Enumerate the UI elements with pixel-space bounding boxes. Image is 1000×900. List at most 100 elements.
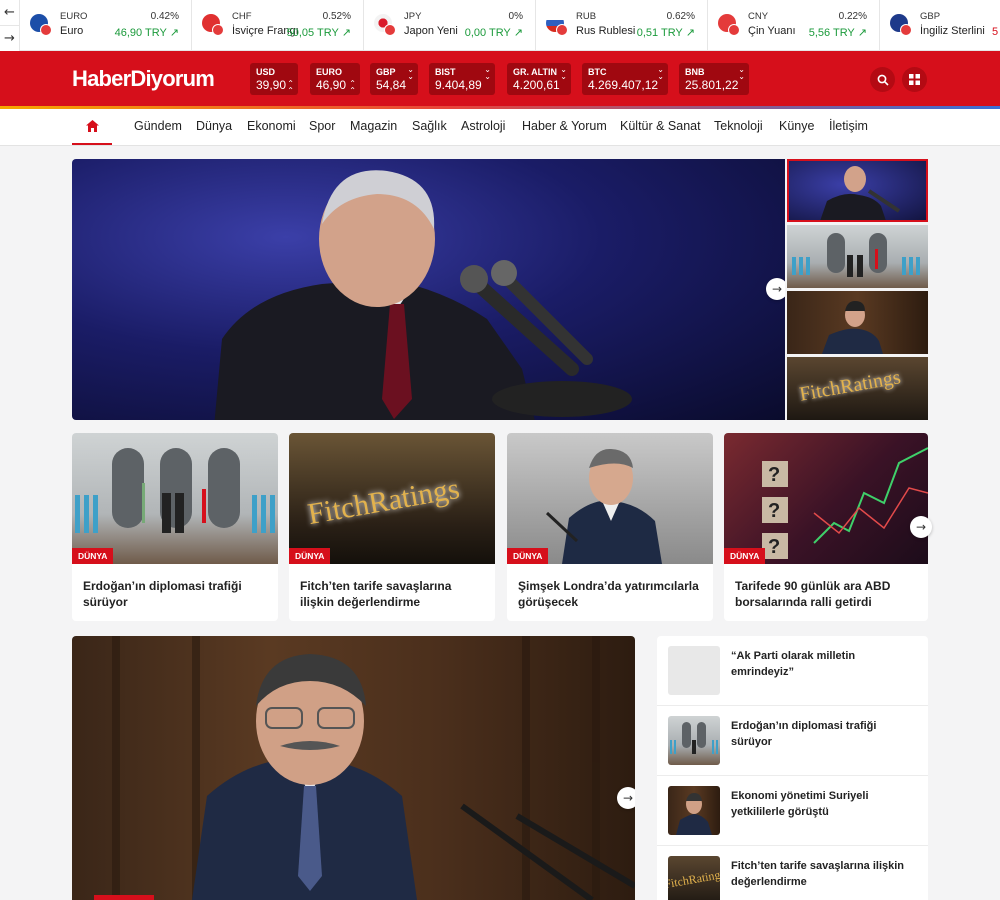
market-euro[interactable]: EURO 46,90 ⌃ ⌃ [310,63,360,95]
card-photo [545,448,662,564]
nav-item-dunya[interactable]: Dünya [196,119,232,133]
card-image: ??? DÜNYA [724,433,928,564]
ticker-next-button[interactable]: → [0,26,19,51]
market-gbp[interactable]: GBP 54,84 ⌄ ⌄ [370,63,418,95]
market-code: BTC [588,67,607,77]
market-gold[interactable]: GR. ALTIN 4.200,61 ⌄ ⌄ [507,63,571,95]
market-bnb[interactable]: BNB 25.801,22 ⌄ ⌄ [679,63,749,95]
category-badge[interactable]: DÜNYA [507,548,549,564]
nav-item-haber-yorum[interactable]: Haber & Yorum [522,119,607,133]
hero-thumbnails: FitchRatings [787,159,928,420]
hero-next-button[interactable]: → [766,278,785,300]
search-icon [877,74,889,86]
nav-item-gundem[interactable]: Gündem [134,119,182,133]
news-card-3[interactable]: DÜNYA Şimşek Londra’da yatırımcılarla gö… [507,433,713,621]
thumb-photo [792,233,920,277]
market-usd[interactable]: USD 39,90 ⌃ ⌃ [250,63,298,95]
hero-thumb-4[interactable]: FitchRatings [787,357,928,420]
nav-item-astroloji[interactable]: Astroloji [461,119,505,133]
ticker-value: 46,90 TRY ↗ [115,26,179,39]
hero-thumb-3[interactable] [787,291,928,354]
ticker-item-cny[interactable]: CNY 0.22% Çin Yuanı 5,56 TRY ↗ [708,0,880,51]
card-title[interactable]: Şimşek Londra’da yatırımcılarla görüşece… [518,578,703,610]
hero-slide[interactable]: → [72,159,785,420]
list-item[interactable]: FitchRatings Fitch’ten tarife savaşların… [657,846,928,900]
list-item[interactable]: Ekonomi yönetimi Suriyeli yetkililerle g… [657,776,928,846]
hero-thumb-1[interactable] [787,159,928,222]
list-item[interactable]: “Ak Parti olarak milletin emrindeyiz” [657,636,928,706]
market-code: GR. ALTIN [513,67,557,77]
news-card-1[interactable]: DÜNYA Erdoğan’ın diplomasi trafiği sürüy… [72,433,278,621]
nav-item-magazin[interactable]: Magazin [350,119,397,133]
market-code: BIST [435,67,456,77]
news-card-2[interactable]: FitchRatings DÜNYA Fitch’ten tarife sava… [289,433,495,621]
market-value: 4.269.407,12 [588,78,659,92]
nav-item-spor[interactable]: Spor [309,119,335,133]
card-image: DÜNYA [72,433,278,564]
ticker-value-text: 46,90 TRY [114,27,167,39]
list-item-title[interactable]: “Ak Parti olarak milletin emrindeyiz” [731,648,913,680]
trend-up-icon: ↗ [513,26,523,39]
cn-flag-icon [718,14,740,36]
ticker-item-jpy[interactable]: JPY 0% Japon Yeni 0,00 TRY ↗ [364,0,536,51]
nav-home[interactable] [72,109,112,145]
card-title[interactable]: Tarifede 90 günlük ara ABD borsalarında … [735,578,920,610]
ticker-item-euro[interactable]: EURO 0.42% Euro 46,90 TRY ↗ [20,0,192,51]
search-button[interactable] [870,67,895,92]
microphone-graphic [460,260,632,417]
jp-flag-icon [374,14,396,36]
feature-slide[interactable]: → [72,636,635,900]
site-logo[interactable]: HaberDiyorum [72,66,215,92]
category-badge[interactable] [94,895,154,900]
nav-item-kunye[interactable]: Künye [779,119,814,133]
hero-thumb-2[interactable] [787,225,928,288]
svg-text:?: ? [768,500,780,522]
category-badge[interactable]: DÜNYA [72,548,114,564]
card-image: DÜNYA [507,433,713,564]
currency-ticker: ← → EURO 0.42% Euro 46,90 TRY ↗ CHF 0.52%… [0,0,1000,51]
ticker-pct: 0.22% [838,11,867,22]
gb-flag-icon [890,14,912,36]
ticker-prev-button[interactable]: ← [0,0,19,26]
list-item-thumb: FitchRatings [668,856,720,900]
ticker-code: EURO [60,11,88,22]
nav-item-kultur-sanat[interactable]: Kültür & Sanat [620,119,701,133]
market-bist[interactable]: BIST 9.404,89 ⌄ ⌄ [429,63,495,95]
ticker-code: CHF [232,11,252,22]
arrow-right-icon: → [915,520,927,534]
market-code: BNB [685,67,705,77]
ticker-item-rub[interactable]: RUB 0.62% Rus Rublesi 0,51 TRY ↗ [536,0,708,51]
list-item-title[interactable]: Fitch’ten tarife savaşlarına ilişkin değ… [731,858,913,890]
list-item[interactable]: Erdoğan’ın diplomasi trafiği sürüyor [657,706,928,776]
feature-next-button[interactable]: → [617,787,635,809]
list-item-title[interactable]: Erdoğan’ın diplomasi trafiği sürüyor [731,718,913,750]
ticker-item-chf[interactable]: CHF 0.52% İsviçre Frangı 50,05 TRY ↗ [192,0,364,51]
ticker-name: Euro [60,25,84,37]
cards-next-button[interactable]: → [910,516,932,538]
card-title[interactable]: Erdoğan’ın diplomasi trafiği sürüyor [83,578,268,610]
nav-item-iletisim[interactable]: İletişim [829,119,868,133]
list-item-thumb-placeholder [668,646,720,695]
news-card-4[interactable]: ??? DÜNYA Tarifede 90 günlük ara ABD bor… [724,433,928,621]
fitch-ratings-logo-text: FitchRatings [305,471,462,532]
home-icon [85,120,99,132]
card-title[interactable]: Fitch’ten tarife savaşlarına ilişkin değ… [300,578,485,610]
arrow-right-icon: → [771,282,783,296]
nav-item-saglik[interactable]: Sağlık [412,119,447,133]
menu-grid-button[interactable] [902,67,927,92]
thumb-photo [670,722,718,754]
ticker-item-gbp[interactable]: GBP İngiliz Sterlini 5 [880,0,1000,51]
ticker-name: İngiliz Sterlini [920,25,985,37]
category-badge[interactable]: DÜNYA [724,548,766,564]
nav-item-ekonomi[interactable]: Ekonomi [247,119,296,133]
category-badge[interactable]: DÜNYA [289,548,331,564]
card-image: FitchRatings DÜNYA [289,433,495,564]
nav-item-teknoloji[interactable]: Teknoloji [714,119,763,133]
market-btc[interactable]: BTC 4.269.407,12 ⌄ ⌄ [582,63,668,95]
ch-flag-icon [202,14,224,36]
trend-up-icon: ↗ [685,26,695,39]
trend-up-icon: ↗ [341,26,351,39]
eu-flag-icon [30,14,52,36]
list-item-title[interactable]: Ekonomi yönetimi Suriyeli yetkililerle g… [731,788,913,820]
ticker-pct: 0.62% [666,11,695,22]
